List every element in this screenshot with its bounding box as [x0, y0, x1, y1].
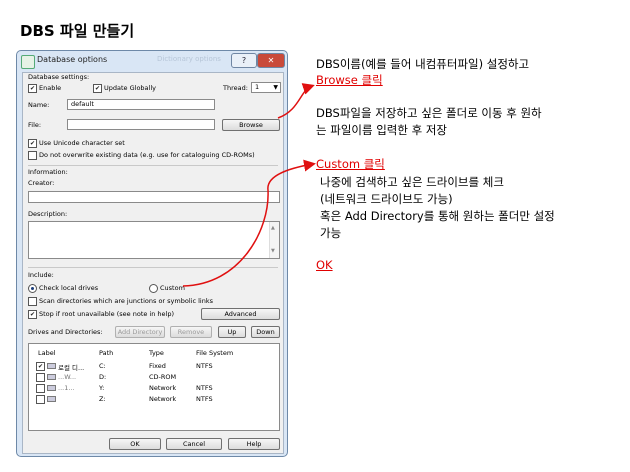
annotation-custom-text-2: (네트워크 드라이브도 가능) [320, 192, 453, 206]
annotation-arrows [182, 83, 316, 287]
browse-arrow [277, 83, 315, 119]
annotation-custom-text-4: 가능 [320, 226, 342, 240]
annotation-custom-text-3: 혹은 Add Directory를 통해 원하는 폴더만 설정 [320, 209, 555, 223]
annotation-save-text-1: DBS파일을 저장하고 싶은 폴더로 이동 후 원하 [316, 106, 542, 120]
annotation-save-text-2: 는 파일이름 입력한 후 저장 [316, 123, 448, 137]
annotation-custom-link: Custom 클릭 [316, 157, 385, 171]
annotation-name-text: DBS이름(예를 들어 내컴퓨터파일) 설정하고 [316, 57, 530, 71]
custom-arrow [182, 159, 316, 287]
annotation-browse-link: Browse 클릭 [316, 73, 383, 87]
annotation-custom-text-1: 나중에 검색하고 싶은 드라이브를 체크 [320, 175, 504, 189]
annotation-ok-link: OK [316, 258, 333, 272]
